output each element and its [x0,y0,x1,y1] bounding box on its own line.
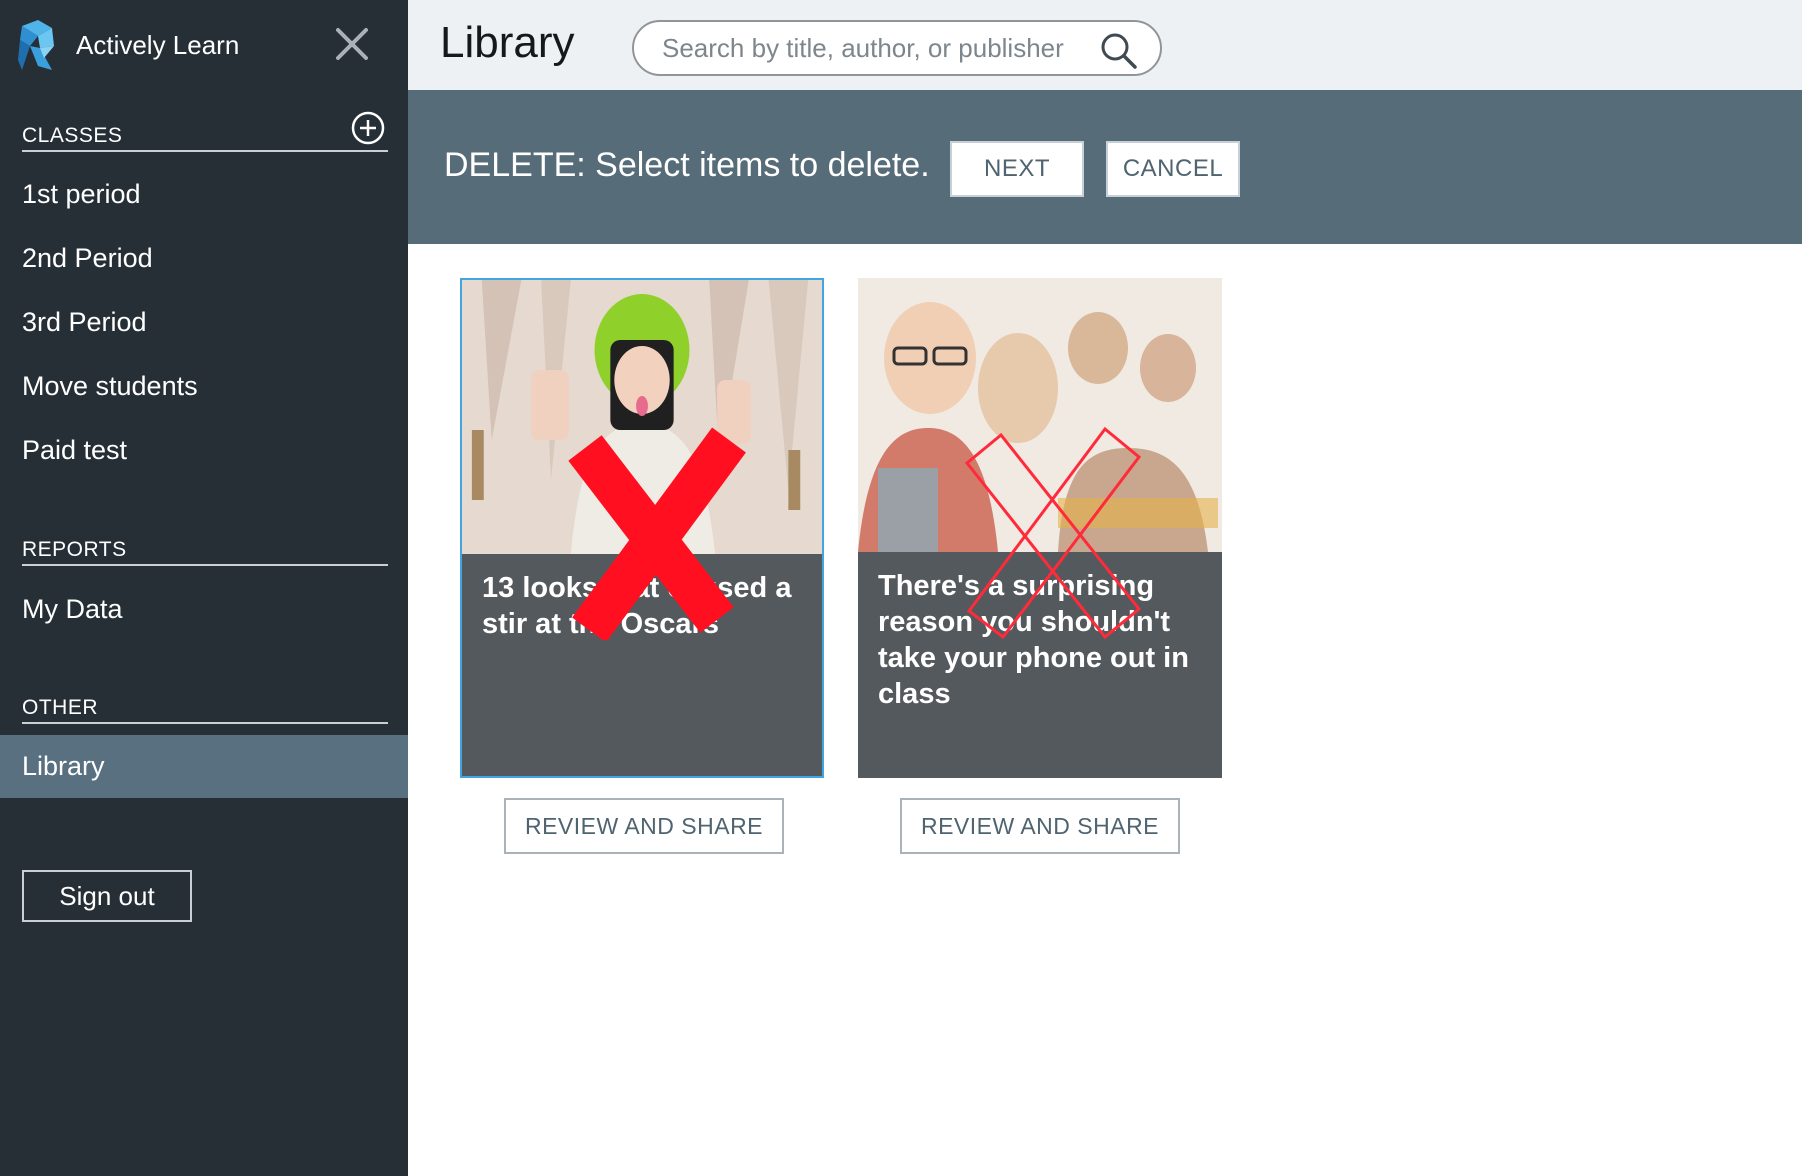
plus-circle-icon[interactable] [350,110,386,146]
sidebar-item-library[interactable]: Library [0,735,408,798]
sidebar-item-label: Library [22,751,105,781]
page-title: Library [440,18,575,67]
sidebar-item-3rd-period[interactable]: 3rd Period [0,291,408,353]
brand[interactable]: Actively Learn [18,20,239,70]
delete-instructions: DELETE: Select items to delete. [444,146,930,184]
review-and-share-button[interactable]: REVIEW AND SHARE [900,798,1180,854]
reports-header-label: REPORTS [22,538,127,561]
close-icon[interactable] [332,24,372,64]
sidebar-item-move-students[interactable]: Move students [0,355,408,417]
search-icon[interactable] [1098,30,1138,70]
sidebar-item-1st-period[interactable]: 1st period [0,163,408,225]
classes-section-header: CLASSES [22,110,388,152]
delete-mode-bar: DELETE: Select items to delete. NEXT CAN… [408,90,1802,244]
sidebar-item-label: My Data [22,593,123,624]
sidebar-item-label: 1st period [22,178,141,209]
next-button[interactable]: NEXT [950,141,1084,197]
top-bar: Library [408,0,1802,90]
sidebar-item-label: Paid test [22,434,128,465]
red-x-icon [568,427,746,640]
app-name: Actively Learn [76,29,240,60]
cancel-button[interactable]: CANCEL [1106,141,1240,197]
sidebar-item-label: Move students [22,370,198,401]
library-card[interactable]: There's a surprising reason you shouldn'… [858,278,1222,778]
sidebar-item-my-data[interactable]: My Data [0,578,408,640]
sign-out-button[interactable]: Sign out [22,870,192,922]
other-header-label: OTHER [22,696,98,719]
sidebar-item-2nd-period[interactable]: 2nd Period [0,227,408,289]
actively-learn-logo-icon [18,20,54,70]
outline-x-icon [964,426,1142,640]
search-box [632,20,1162,76]
sidebar-item-paid-test[interactable]: Paid test [0,419,408,481]
classes-header-label: CLASSES [22,124,123,147]
search-input[interactable] [660,31,1084,65]
sidebar-item-label: 3rd Period [22,306,147,337]
library-card[interactable]: 13 looks that caused a stir at the Oscar… [460,278,824,778]
sidebar: Actively Learn CLASSES 1st period 2nd Pe… [0,0,408,1176]
review-and-share-button[interactable]: REVIEW AND SHARE [504,798,784,854]
reports-section-header: REPORTS [22,524,388,566]
sidebar-item-label: 2nd Period [22,242,153,273]
other-section-header: OTHER [22,682,388,724]
